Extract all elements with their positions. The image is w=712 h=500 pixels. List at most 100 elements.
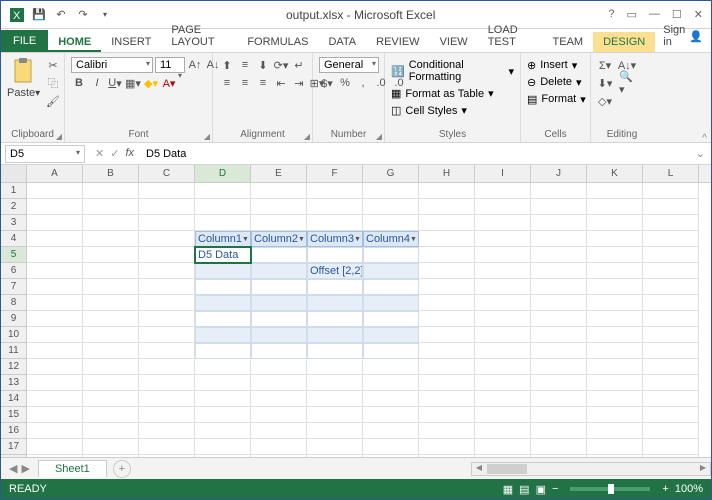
- sign-in[interactable]: Sign in👤: [655, 20, 711, 52]
- tab-design[interactable]: DESIGN: [593, 32, 655, 52]
- cell[interactable]: [195, 423, 251, 439]
- row-header[interactable]: 7: [1, 279, 27, 295]
- cell[interactable]: [363, 391, 419, 407]
- cell[interactable]: [27, 359, 83, 375]
- cell[interactable]: [139, 375, 195, 391]
- align-center-icon[interactable]: ≡: [237, 75, 253, 91]
- cell[interactable]: [27, 215, 83, 231]
- cell[interactable]: [83, 311, 139, 327]
- cell[interactable]: [195, 375, 251, 391]
- cell[interactable]: [475, 215, 531, 231]
- horizontal-scrollbar[interactable]: ◀▶: [471, 462, 711, 476]
- font-color-icon[interactable]: A▾: [161, 75, 177, 91]
- cell[interactable]: [643, 199, 699, 215]
- cell[interactable]: [27, 199, 83, 215]
- accounting-icon[interactable]: $▾: [319, 75, 335, 91]
- cell[interactable]: [531, 311, 587, 327]
- cell[interactable]: [251, 199, 307, 215]
- cell-styles-button[interactable]: ◫Cell Styles▾: [391, 104, 467, 117]
- tab-data[interactable]: DATA: [318, 32, 366, 52]
- cell[interactable]: [587, 231, 643, 247]
- cell[interactable]: [475, 295, 531, 311]
- cell[interactable]: [643, 231, 699, 247]
- cell[interactable]: [139, 311, 195, 327]
- table-header[interactable]: Column1▼: [195, 231, 251, 247]
- tab-file[interactable]: FILE: [1, 30, 48, 52]
- cell[interactable]: [587, 311, 643, 327]
- cell[interactable]: [587, 199, 643, 215]
- cell[interactable]: [363, 359, 419, 375]
- cell[interactable]: D5 Data: [195, 247, 251, 263]
- cell[interactable]: [251, 215, 307, 231]
- cell[interactable]: [643, 183, 699, 199]
- cell[interactable]: [363, 439, 419, 455]
- cell[interactable]: [643, 327, 699, 343]
- cell[interactable]: [643, 359, 699, 375]
- cell[interactable]: [195, 215, 251, 231]
- sheet-tab[interactable]: Sheet1: [38, 460, 107, 477]
- cell[interactable]: [363, 183, 419, 199]
- cell[interactable]: [195, 311, 251, 327]
- cell[interactable]: [643, 263, 699, 279]
- row-header[interactable]: 11: [1, 343, 27, 359]
- tab-view[interactable]: VIEW: [430, 32, 478, 52]
- cell[interactable]: [307, 391, 363, 407]
- row-header[interactable]: 12: [1, 359, 27, 375]
- cell[interactable]: [139, 343, 195, 359]
- cell[interactable]: [195, 263, 251, 279]
- cell[interactable]: [139, 439, 195, 455]
- zoom-out-icon[interactable]: −: [552, 483, 558, 495]
- clear-icon[interactable]: ◇▾: [597, 93, 613, 109]
- cell[interactable]: [27, 263, 83, 279]
- row-header[interactable]: 16: [1, 423, 27, 439]
- cancel-formula-icon[interactable]: ✕: [95, 147, 104, 160]
- cell[interactable]: [195, 279, 251, 295]
- table-header[interactable]: Column4▼: [363, 231, 419, 247]
- col-header[interactable]: E: [251, 165, 307, 182]
- page-break-view-icon[interactable]: ▣: [536, 483, 546, 496]
- new-sheet-button[interactable]: +: [113, 460, 131, 478]
- cell[interactable]: [643, 247, 699, 263]
- cell[interactable]: [83, 215, 139, 231]
- cell[interactable]: [83, 231, 139, 247]
- cell[interactable]: [643, 343, 699, 359]
- cell[interactable]: [251, 375, 307, 391]
- percent-icon[interactable]: %: [337, 75, 353, 91]
- col-header[interactable]: I: [475, 165, 531, 182]
- cell[interactable]: [531, 183, 587, 199]
- cell[interactable]: [363, 215, 419, 231]
- cell[interactable]: [251, 439, 307, 455]
- undo-icon[interactable]: ↶: [53, 7, 69, 23]
- format-as-table-button[interactable]: ▦Format as Table▾: [391, 87, 494, 100]
- cell[interactable]: [27, 343, 83, 359]
- align-left-icon[interactable]: ≡: [219, 75, 235, 91]
- cell[interactable]: [475, 407, 531, 423]
- cell[interactable]: [531, 359, 587, 375]
- cell[interactable]: [419, 231, 475, 247]
- cell[interactable]: [139, 407, 195, 423]
- col-header[interactable]: G: [363, 165, 419, 182]
- cell[interactable]: [307, 327, 363, 343]
- cell[interactable]: [531, 407, 587, 423]
- row-header[interactable]: 17: [1, 439, 27, 455]
- col-header[interactable]: K: [587, 165, 643, 182]
- col-header[interactable]: B: [83, 165, 139, 182]
- format-cells-button[interactable]: ▤Format▾: [527, 93, 586, 106]
- font-name-select[interactable]: Calibri: [71, 57, 153, 73]
- cell[interactable]: [83, 279, 139, 295]
- cell[interactable]: [587, 343, 643, 359]
- cell[interactable]: [27, 183, 83, 199]
- cell[interactable]: [195, 295, 251, 311]
- cell[interactable]: [475, 391, 531, 407]
- cell[interactable]: [139, 247, 195, 263]
- cell[interactable]: [307, 311, 363, 327]
- cell[interactable]: [83, 439, 139, 455]
- row-header[interactable]: 1: [1, 183, 27, 199]
- expand-formula-icon[interactable]: ⌄: [690, 147, 711, 160]
- cell[interactable]: [475, 311, 531, 327]
- cell[interactable]: [419, 423, 475, 439]
- cell[interactable]: [363, 247, 419, 263]
- cell[interactable]: [475, 263, 531, 279]
- cell[interactable]: [363, 311, 419, 327]
- cell[interactable]: [83, 359, 139, 375]
